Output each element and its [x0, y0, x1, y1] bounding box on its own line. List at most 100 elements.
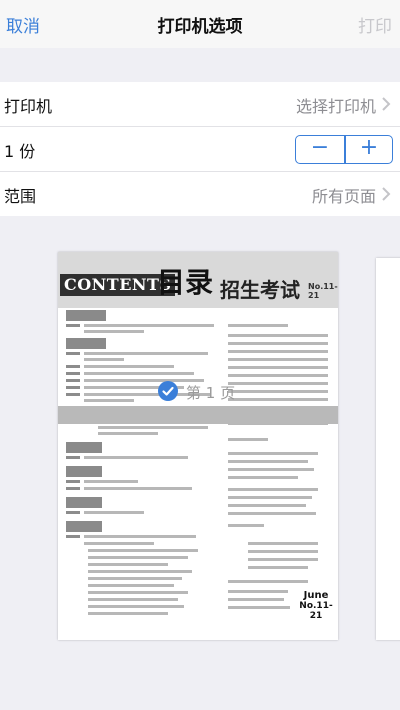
text-line	[228, 488, 318, 491]
section-heading-bar	[66, 521, 102, 532]
text-line	[66, 352, 80, 355]
printer-row[interactable]: 打印机 选择打印机	[0, 82, 400, 126]
text-line	[88, 556, 188, 559]
magazine-mulu-title: 目录	[157, 266, 214, 299]
section-heading-bar	[66, 466, 102, 477]
text-line	[88, 570, 192, 573]
text-line	[228, 358, 328, 361]
increment-button[interactable]: +	[345, 136, 393, 162]
text-line	[66, 372, 80, 375]
section-heading-bar	[66, 442, 102, 453]
text-line	[84, 324, 214, 327]
text-line	[228, 382, 328, 385]
section-heading-bar	[66, 497, 102, 508]
issue-number: No.11-21	[299, 601, 333, 621]
preview-page-2[interactable]	[376, 258, 400, 640]
issue-date-block: June No.11-21	[294, 590, 338, 621]
range-label: 范围	[4, 187, 37, 206]
text-line	[66, 480, 80, 483]
checkmark-circle-icon	[158, 381, 178, 401]
text-line	[228, 350, 328, 353]
text-line	[84, 358, 124, 361]
text-line	[228, 598, 284, 601]
magazine-issue: No.11-21	[308, 282, 338, 300]
text-line	[228, 590, 288, 593]
text-line	[248, 550, 318, 553]
page-badge: 第 1 页	[158, 381, 240, 403]
text-line	[66, 379, 80, 382]
section-heading-bar	[66, 338, 106, 349]
text-line	[228, 438, 268, 441]
text-line	[84, 456, 188, 459]
magazine-header: CONTENTS 目录 招生考试 No.11-21	[58, 252, 338, 308]
text-line	[84, 535, 196, 538]
text-line	[88, 605, 184, 608]
text-line	[228, 468, 314, 471]
text-line	[88, 577, 182, 580]
text-line	[84, 480, 138, 483]
copies-stepper: − +	[295, 135, 393, 164]
text-line	[228, 606, 290, 609]
text-line	[228, 496, 312, 499]
text-line	[84, 352, 208, 355]
text-line	[228, 504, 306, 507]
text-line	[66, 386, 80, 389]
text-line	[66, 365, 80, 368]
text-line	[88, 584, 174, 587]
text-line	[84, 399, 134, 402]
copies-label: 1 份	[4, 142, 36, 161]
navigation-bar: 取消 打印机选项 打印	[0, 0, 400, 48]
chevron-right-icon	[382, 97, 391, 111]
text-line	[66, 456, 80, 459]
text-line	[84, 487, 192, 490]
text-line	[66, 487, 80, 490]
text-line	[88, 591, 188, 594]
text-line	[98, 432, 158, 435]
text-line	[228, 374, 328, 377]
magazine-brand: 招生考试	[220, 278, 300, 302]
chevron-right-icon	[382, 187, 391, 201]
printer-label: 打印机	[4, 97, 53, 116]
print-button[interactable]: 打印	[358, 12, 392, 37]
text-line	[248, 542, 318, 545]
text-line	[228, 390, 328, 393]
text-line	[228, 342, 328, 345]
text-line	[88, 598, 178, 601]
text-line	[84, 511, 144, 514]
text-line	[228, 324, 288, 327]
text-line	[88, 612, 168, 615]
text-line	[228, 512, 316, 515]
page-footer-strip	[58, 406, 338, 424]
range-value: 所有页面	[311, 187, 376, 206]
text-line	[66, 393, 80, 396]
text-line	[228, 476, 298, 479]
text-line	[228, 366, 328, 369]
text-line	[88, 549, 198, 552]
text-line	[228, 524, 264, 527]
text-line	[66, 324, 80, 327]
text-line	[228, 398, 328, 401]
text-line	[228, 452, 318, 455]
text-line	[66, 511, 80, 514]
text-line	[248, 558, 318, 561]
text-line	[228, 460, 308, 463]
text-line	[228, 334, 328, 337]
print-preview-area: CONTENTS 目录 招生考试 No.11-21 June No.11-21	[0, 216, 400, 710]
text-line	[228, 580, 308, 583]
text-line	[98, 426, 208, 429]
text-line	[66, 535, 80, 538]
text-line	[84, 365, 174, 368]
page-title: 打印机选项	[157, 17, 243, 37]
text-line	[88, 563, 168, 566]
text-line	[248, 566, 308, 569]
text-line	[84, 372, 194, 375]
printer-value: 选择打印机	[295, 97, 376, 116]
preview-page-1[interactable]: CONTENTS 目录 招生考试 No.11-21 June No.11-21	[58, 252, 338, 640]
page-number-label: 第 1 页	[186, 384, 236, 402]
section-heading-bar	[66, 310, 106, 321]
range-row[interactable]: 范围 所有页面	[0, 172, 400, 216]
issue-month: June	[303, 590, 329, 601]
decrement-button[interactable]: −	[296, 136, 344, 162]
text-line	[84, 330, 144, 333]
text-line	[84, 542, 154, 545]
